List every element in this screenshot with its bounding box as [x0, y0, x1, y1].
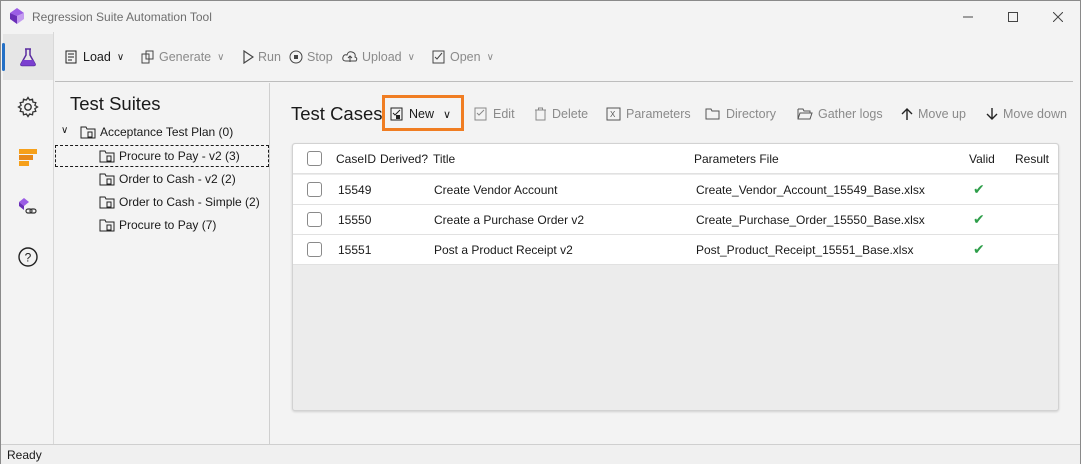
arrow-down-icon [986, 108, 998, 120]
status-text: Ready [7, 448, 42, 462]
test-cases-grid: CaseID Derived? Title Parameters File Va… [292, 143, 1059, 411]
load-button[interactable]: Load ∨ [65, 47, 124, 67]
new-test-icon [390, 107, 403, 121]
grid-header: CaseID Derived? Title Parameters File Va… [293, 144, 1058, 174]
tree-item-plan[interactable]: Acceptance Test Plan (0) [80, 122, 233, 142]
check-icon: ✔ [973, 211, 985, 227]
table-row[interactable]: 15551 Post a Product Receipt v2 Post_Pro… [293, 235, 1058, 265]
tree-item-suite[interactable]: Procure to Pay (7) [99, 215, 216, 235]
table-row[interactable]: 15550 Create a Purchase Order v2 Create_… [293, 205, 1058, 235]
test-suites-title: Test Suites [70, 93, 161, 114]
help-icon: ? [18, 247, 38, 267]
load-icon [65, 50, 77, 64]
app-logo-icon [10, 8, 24, 24]
edit-icon [474, 107, 487, 121]
arrow-up-icon [901, 108, 913, 120]
close-icon [1053, 11, 1063, 22]
open-button[interactable]: Open ∨ [432, 47, 494, 67]
delete-button[interactable]: Delete [534, 105, 588, 123]
title-bar: Regression Suite Automation Tool [1, 1, 1080, 32]
close-button[interactable] [1035, 1, 1081, 32]
tree-item-suite[interactable]: Order to Cash - Simple (2) [99, 192, 260, 212]
flask-icon [20, 48, 36, 67]
move-down-button[interactable]: Move down [986, 105, 1067, 123]
row-checkbox[interactable] [307, 212, 322, 227]
folder-icon [705, 108, 720, 120]
move-up-button[interactable]: Move up [901, 105, 966, 123]
rail-item-connections[interactable] [3, 184, 53, 230]
link-icon [19, 198, 37, 214]
directory-button[interactable]: Directory [705, 105, 776, 123]
test-cases-panel: Test Cases New ∨ Edit Delete X Parameter… [271, 83, 1073, 444]
check-icon: ✔ [973, 181, 985, 197]
rail-item-help[interactable]: ? [3, 234, 53, 280]
minimize-button[interactable] [945, 1, 991, 32]
svg-text:?: ? [25, 251, 32, 265]
gather-logs-button[interactable]: Gather logs [797, 105, 883, 123]
row-checkbox[interactable] [307, 182, 322, 197]
parameters-button[interactable]: X Parameters [606, 105, 691, 123]
generate-icon [141, 50, 154, 64]
generate-button[interactable]: Generate ∨ [141, 47, 224, 67]
run-button[interactable]: Run [242, 47, 281, 67]
svg-text:X: X [610, 110, 616, 119]
trash-icon [535, 107, 546, 121]
folder-test-icon [99, 196, 115, 209]
chevron-down-icon: ∨ [407, 51, 415, 63]
stop-button[interactable]: Stop [289, 47, 333, 67]
check-icon: ✔ [973, 241, 985, 257]
excel-icon: X [606, 107, 621, 121]
chevron-down-icon: ∨ [116, 51, 125, 63]
folder-open-icon [797, 108, 813, 120]
play-icon [243, 50, 254, 64]
new-button[interactable]: New ∨ [390, 105, 451, 123]
open-icon [432, 50, 445, 64]
test-suites-panel: Test Suites ∨ Acceptance Test Plan (0) P… [55, 83, 270, 444]
maximize-button[interactable] [990, 1, 1036, 32]
chevron-down-icon: ∨ [486, 51, 494, 63]
edit-button[interactable]: Edit [474, 105, 515, 123]
maximize-icon [1008, 11, 1018, 22]
chevron-down-icon[interactable]: ∨ [61, 125, 68, 136]
app-window: Regression Suite Automation Tool ? Load … [0, 0, 1081, 464]
minimize-icon [963, 16, 973, 17]
status-bar: Ready [1, 444, 1080, 464]
nav-rail: ? [1, 32, 54, 444]
stack-icon [19, 149, 37, 166]
upload-button[interactable]: Upload ∨ [342, 47, 415, 67]
rail-item-projects[interactable] [3, 134, 53, 180]
main-toolbar: Load ∨ Generate ∨ Run Stop Upload ∨ Open… [55, 32, 1073, 82]
chevron-down-icon: ∨ [217, 51, 225, 63]
folder-test-icon [99, 173, 115, 186]
stop-icon [289, 50, 303, 64]
tree-item-suite[interactable]: Order to Cash - v2 (2) [99, 169, 236, 189]
tree-item-suite[interactable]: Procure to Pay - v2 (3) [55, 145, 269, 167]
cloud-upload-icon [342, 51, 358, 62]
chevron-down-icon: ∨ [443, 108, 452, 121]
folder-test-icon [80, 126, 96, 139]
window-title: Regression Suite Automation Tool [32, 10, 212, 24]
folder-test-icon [99, 150, 115, 163]
table-row[interactable]: 15549 Create Vendor Account Create_Vendo… [293, 175, 1058, 205]
test-cases-title: Test Cases [291, 103, 383, 124]
folder-test-icon [99, 219, 115, 232]
select-all-checkbox[interactable] [307, 151, 322, 166]
gear-icon [17, 96, 39, 118]
rail-item-test-suites[interactable] [2, 34, 53, 80]
rail-item-settings[interactable] [3, 84, 53, 130]
row-checkbox[interactable] [307, 242, 322, 257]
